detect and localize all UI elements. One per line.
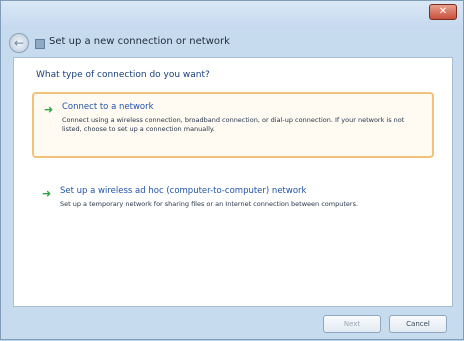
close-button[interactable]: ✕ [429,4,457,20]
option-description: Set up a temporary network for sharing f… [60,200,359,208]
next-button[interactable]: Next [323,315,381,333]
footer-bar: Next Cancel [13,307,453,341]
option-title: Set up a wireless ad hoc (computer-to-co… [60,186,307,196]
option-connect-to-network[interactable]: ➜ Connect to a network Connect using a w… [32,92,434,158]
option-description: Connect using a wireless connection, bro… [62,116,405,133]
nav-bar: ← Set up a new connection or network [1,29,463,57]
content-panel: What type of connection do you want? ➜ C… [13,57,453,307]
page-question: What type of connection do you want? [36,70,210,80]
option-ad-hoc-network[interactable]: ➜ Set up a wireless ad hoc (computer-to-… [32,178,434,228]
back-button[interactable]: ← [9,33,29,53]
network-icon [35,39,45,49]
title-bar: ✕ [1,1,463,29]
green-arrow-icon: ➜ [42,187,52,200]
cancel-button[interactable]: Cancel [389,315,447,333]
wizard-title: Set up a new connection or network [49,36,230,47]
wizard-window: ✕ ← Set up a new connection or network W… [0,0,464,340]
green-arrow-icon: ➜ [44,103,54,116]
option-title: Connect to a network [62,102,154,112]
